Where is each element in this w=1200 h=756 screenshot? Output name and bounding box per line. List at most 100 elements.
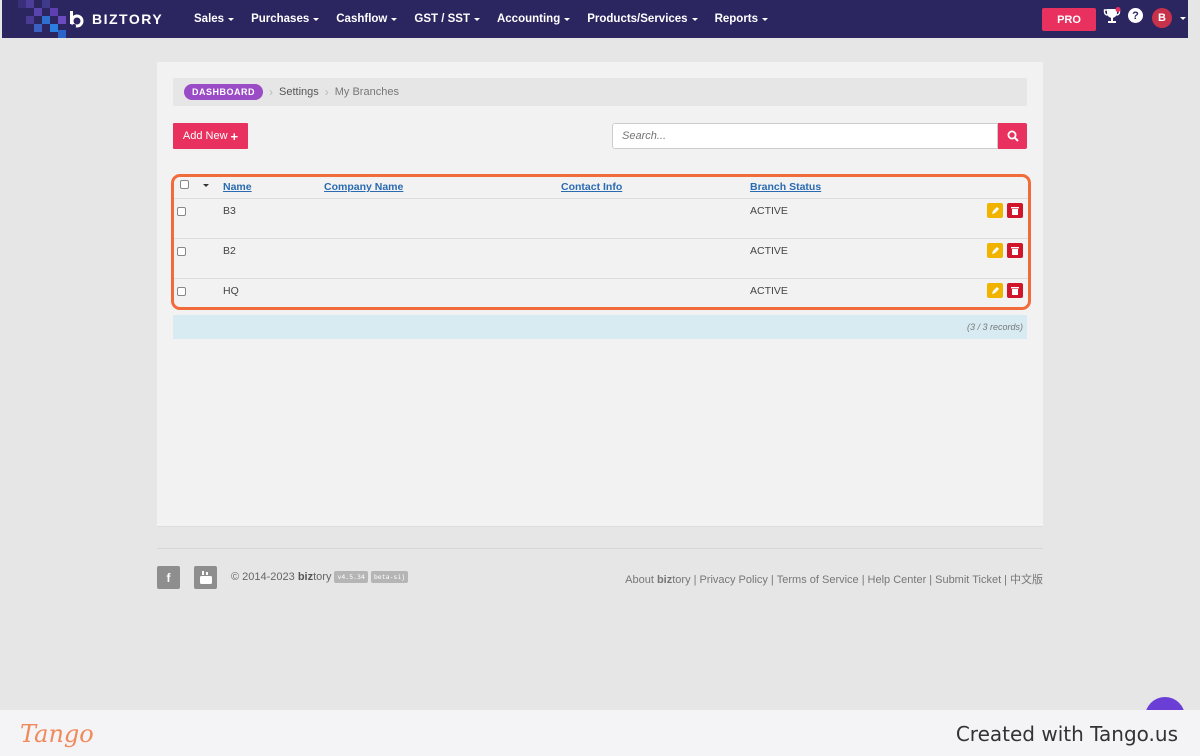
about-prefix: About [625, 574, 654, 586]
nav-cashflow-label: Cashflow [336, 13, 388, 25]
add-new-button[interactable]: Add New + [173, 123, 248, 149]
youtube-icon[interactable] [194, 566, 217, 589]
about-brand-bold: biz [656, 574, 673, 586]
chevron-down-icon [313, 17, 320, 21]
add-new-label: Add New [182, 130, 228, 142]
nav-cashflow[interactable]: Cashflow [336, 13, 398, 25]
separator: | [929, 574, 933, 586]
table-row: B2 ACTIVE [174, 239, 1028, 279]
separator: | [693, 574, 697, 586]
pencil-icon [992, 206, 999, 214]
select-all-checkbox[interactable] [180, 180, 189, 189]
chevron-down-icon [473, 17, 480, 21]
footer-link-ticket[interactable]: Submit Ticket [935, 574, 1001, 586]
column-header-branch-status[interactable]: Branch Status [750, 181, 821, 193]
separator: | [861, 574, 865, 586]
nav-reports-label: Reports [714, 13, 759, 25]
user-menu-chevron-icon[interactable] [1180, 17, 1186, 20]
edit-button[interactable] [987, 203, 1003, 218]
chevron-down-icon [762, 17, 769, 21]
search-input[interactable] [612, 123, 998, 149]
delete-button[interactable] [1007, 243, 1023, 258]
copyright-years: © 2014-2023 [231, 571, 295, 583]
search-icon [1007, 130, 1019, 142]
footer-divider [157, 548, 1043, 549]
edit-button[interactable] [987, 283, 1003, 298]
pro-button[interactable]: PRO [1042, 8, 1096, 31]
copyright-brand-bold: biz [297, 571, 314, 583]
column-header-contact-info[interactable]: Contact Info [561, 181, 622, 193]
nav-gst-sst[interactable]: GST / SST [414, 13, 480, 25]
edit-button[interactable] [987, 243, 1003, 258]
brand-name: BIZTORY [92, 11, 164, 27]
tango-logo: Tango [20, 720, 94, 748]
youtube-glyph-icon [199, 571, 212, 584]
branch-name[interactable]: B3 [223, 205, 236, 217]
trash-icon [1011, 287, 1019, 295]
nav-products-label: Products/Services [587, 13, 688, 25]
separator: | [770, 574, 774, 586]
help-icon[interactable]: ? [1128, 8, 1143, 23]
biztory-logo-icon [70, 11, 84, 28]
copyright-brand-rest: tory [313, 571, 332, 583]
column-header-company-name[interactable]: Company Name [324, 181, 403, 193]
branch-status: ACTIVE [750, 285, 788, 297]
footer-link-privacy[interactable]: Privacy Policy [699, 574, 767, 586]
chevron-down-icon [564, 17, 571, 21]
footer-link-chinese[interactable]: 中文版 [1010, 574, 1043, 586]
nav-sales-label: Sales [194, 13, 225, 25]
nav-sales[interactable]: Sales [194, 13, 235, 25]
search-button[interactable] [998, 123, 1027, 149]
tango-watermark-bar: Tango Created with Tango.us [0, 710, 1200, 756]
breadcrumb-chevron-icon: › [324, 85, 329, 99]
records-count: (3 / 3 records) [173, 315, 1027, 339]
branch-name[interactable]: B2 [223, 245, 236, 257]
column-header-name[interactable]: Name [223, 181, 252, 193]
pencil-icon [992, 246, 999, 254]
delete-button[interactable] [1007, 203, 1023, 218]
nav-purchases[interactable]: Purchases [251, 13, 320, 25]
row-checkbox[interactable] [177, 287, 186, 296]
plus-icon: + [230, 128, 239, 144]
brand-logo[interactable]: BIZTORY [66, 8, 163, 30]
beta-badge: beta-sij [370, 571, 409, 583]
separator: | [1004, 574, 1007, 586]
user-avatar[interactable]: B [1152, 8, 1172, 28]
copyright: © 2014-2023 biz tory v4.5.34 beta-sij [231, 571, 409, 583]
nav-gst-label: GST / SST [414, 13, 470, 25]
delete-button[interactable] [1007, 283, 1023, 298]
row-checkbox[interactable] [177, 207, 186, 216]
main-menu: Sales Purchases Cashflow GST / SST Accou… [194, 0, 785, 38]
top-navbar: BIZTORY Sales Purchases Cashflow GST / S… [2, 0, 1188, 38]
breadcrumb-chevron-icon: › [269, 85, 273, 99]
chevron-down-icon [691, 17, 698, 21]
footer-link-help[interactable]: Help Center [868, 574, 927, 586]
table-row: HQ ACTIVE [174, 279, 1028, 319]
version-badge: v4.5.34 [334, 571, 368, 583]
pencil-icon [992, 286, 999, 294]
facebook-icon[interactable]: f [157, 566, 180, 589]
chevron-down-icon [228, 17, 235, 21]
nav-products-services[interactable]: Products/Services [587, 13, 698, 25]
trash-icon [1011, 247, 1019, 255]
trophy-icon[interactable] [1103, 7, 1121, 25]
bulk-actions-chevron-icon[interactable] [203, 184, 209, 187]
breadcrumb: DASHBOARD › Settings › My Branches [173, 78, 1027, 106]
tango-credit: Created with Tango.us [955, 722, 1178, 746]
branch-status: ACTIVE [750, 205, 788, 217]
nav-reports[interactable]: Reports [714, 13, 769, 25]
trash-icon [1011, 207, 1019, 215]
row-checkbox[interactable] [177, 247, 186, 256]
breadcrumb-dashboard[interactable]: DASHBOARD [184, 84, 263, 100]
breadcrumb-current: My Branches [334, 86, 399, 98]
table-header: Name Company Name Contact Info Branch St… [174, 177, 1028, 199]
footer-link-about[interactable]: About biztory [625, 574, 690, 586]
about-brand-rest: tory [672, 574, 691, 586]
breadcrumb-settings[interactable]: Settings [279, 86, 319, 98]
footer-links: About biztory | Privacy Policy | Terms of Se… [625, 571, 1043, 587]
footer-link-terms[interactable]: Terms of Service [777, 574, 859, 586]
branch-status: ACTIVE [750, 245, 788, 257]
nav-accounting[interactable]: Accounting [497, 13, 571, 25]
chevron-down-icon [391, 17, 398, 21]
branch-name[interactable]: HQ [223, 285, 239, 297]
